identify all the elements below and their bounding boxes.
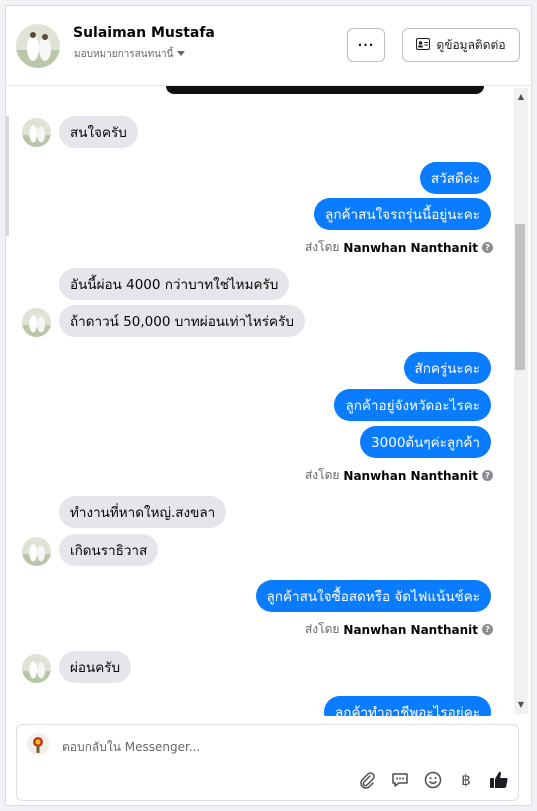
incoming-message[interactable]: ถ้าดาวน์ 50,000 บาทผ่อนเท่าไหร่ครับ bbox=[59, 305, 305, 337]
outgoing-message[interactable]: สวัสดีค่ะ bbox=[419, 162, 491, 194]
contact-avatar-small bbox=[22, 308, 51, 337]
outgoing-message[interactable]: ลูกค้าสนใจรถรุ่นนี้อยู่นะคะ bbox=[314, 198, 491, 230]
question-icon[interactable]: ? bbox=[482, 242, 493, 253]
contact-name[interactable]: Sulaiman Mustafa bbox=[73, 25, 215, 41]
message-list[interactable]: สนใจครับ สวัสดีค่ะ ลูกค้าสนใจรถรุ่นนี้อย… bbox=[6, 86, 514, 716]
sent-by-label: ส่งโดย Nanwhan Nanthanit ? bbox=[305, 620, 493, 639]
view-contact-label: ดูข้อมูลติดต่อ bbox=[436, 37, 506, 52]
outgoing-message[interactable]: ลูกค้าอยู่จังหวัดอะไรคะ bbox=[334, 389, 491, 421]
thumbs-up-icon[interactable] bbox=[488, 769, 510, 791]
composer-toolbar: ฿ bbox=[356, 769, 510, 791]
sent-by-agent[interactable]: Nanwhan Nanthanit bbox=[343, 241, 478, 255]
scrollbar-track[interactable] bbox=[514, 88, 528, 714]
sent-by-prefix: ส่งโดย bbox=[304, 240, 340, 254]
contact-avatar[interactable] bbox=[16, 24, 60, 68]
outgoing-message[interactable]: ลูกค้าทำอาชีพอะไรอยู่คะ bbox=[324, 696, 491, 716]
assign-conversation-dropdown[interactable]: มอบหมายการสนทนานี้ bbox=[74, 47, 186, 62]
outgoing-message[interactable]: สักครู่นะคะ bbox=[403, 352, 491, 384]
sent-by-label: ส่งโดย Nanwhan Nanthanit ? bbox=[305, 466, 493, 485]
question-icon[interactable]: ? bbox=[482, 470, 493, 481]
incoming-message[interactable]: เกิดนราธิวาส bbox=[59, 534, 159, 566]
more-options-button[interactable]: ··· bbox=[347, 28, 385, 62]
scroll-up-arrow-icon[interactable]: ▲ bbox=[518, 92, 524, 101]
incoming-message[interactable]: ทำงานที่หาดใหญ่.สงขลา bbox=[59, 496, 227, 528]
conversation-panel: Sulaiman Mustafa มอบหมายการสนทนานี้ ··· … bbox=[5, 5, 532, 806]
scroll-down-arrow-icon[interactable]: ▼ bbox=[518, 700, 524, 709]
more-label: ··· bbox=[357, 38, 375, 52]
sent-by-prefix: ส่งโดย bbox=[304, 468, 340, 482]
incoming-message[interactable]: อันนี้ผ่อน 4000 กว่าบาทใช่ไหมครับ bbox=[59, 268, 290, 300]
contact-avatar-small bbox=[22, 537, 51, 566]
baht-icon[interactable]: ฿ bbox=[455, 769, 477, 791]
smiley-icon[interactable] bbox=[422, 769, 444, 791]
sent-by-agent[interactable]: Nanwhan Nanthanit bbox=[343, 623, 478, 637]
assign-label: มอบหมายการสนทนานี้ bbox=[74, 49, 174, 60]
outgoing-message[interactable]: 3000ต้นๆค่ะลูกค้า bbox=[360, 426, 491, 458]
sent-by-label: ส่งโดย Nanwhan Nanthanit ? bbox=[305, 238, 493, 257]
previous-attachment-edge bbox=[166, 86, 484, 94]
chevron-down-icon bbox=[176, 49, 186, 60]
incoming-message[interactable]: ผ่อนครับ bbox=[59, 651, 132, 683]
reply-input[interactable]: ตอบกลับใน Messenger... bbox=[62, 738, 200, 757]
sent-by-prefix: ส่งโดย bbox=[304, 622, 340, 636]
page-avatar bbox=[27, 733, 49, 755]
conversation-header: Sulaiman Mustafa มอบหมายการสนทนานี้ ··· … bbox=[6, 6, 531, 86]
reply-composer[interactable]: ตอบกลับใน Messenger... ฿ bbox=[16, 724, 519, 801]
view-contact-button[interactable]: ดูข้อมูลติดต่อ bbox=[402, 28, 520, 62]
outgoing-message[interactable]: ลูกค้าสนใจซื้อสดหรือ จัดไฟแน้นช์คะ bbox=[255, 580, 491, 612]
chat-bubble-icon[interactable] bbox=[389, 769, 411, 791]
contact-avatar-small bbox=[22, 118, 51, 147]
question-icon[interactable]: ? bbox=[482, 624, 493, 635]
incoming-message[interactable]: สนใจครับ bbox=[59, 116, 138, 148]
contact-avatar-small bbox=[22, 654, 51, 683]
contact-card-icon bbox=[416, 37, 431, 53]
paperclip-icon[interactable] bbox=[356, 769, 378, 791]
sent-by-agent[interactable]: Nanwhan Nanthanit bbox=[343, 469, 478, 483]
scrollbar-thumb[interactable] bbox=[515, 224, 525, 370]
